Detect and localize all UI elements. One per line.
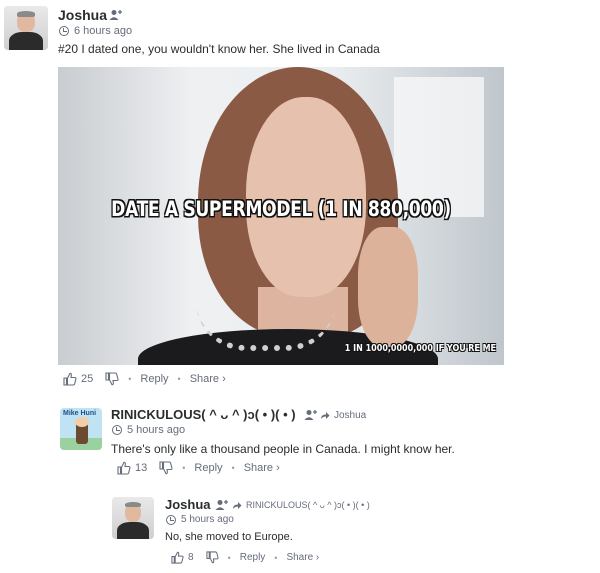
comment-author[interactable]: RINICKULOUS( ^ ᴗ ^ )ↄ( • )( • ) [111,407,296,422]
separator-dot: • [274,552,278,563]
avatar[interactable] [112,497,154,539]
follow-user-icon[interactable] [109,9,123,21]
separator-dot: • [227,552,231,563]
comment-timestamp[interactable]: 6 hours ago [59,25,132,37]
share-button[interactable]: Share › [190,373,226,385]
comment-author[interactable]: Joshua [58,7,107,23]
thumbs-up-icon[interactable] [171,551,184,564]
follow-user-icon[interactable] [304,409,318,421]
clock-icon [166,514,176,525]
share-button[interactable]: Share › [244,462,280,474]
clock-icon [59,26,69,36]
thumbs-down-icon[interactable] [105,372,119,386]
follow-user-icon[interactable] [215,499,229,511]
reply-button[interactable]: Reply [140,373,168,385]
avatar-text: Mike Huni [63,410,97,417]
avatar[interactable]: Mike Huni [60,408,102,450]
like-count: 8 [188,552,194,563]
separator-dot: • [182,463,186,473]
share-button[interactable]: Share › [286,552,319,563]
comment-text: No, she moved to Europe. [165,531,293,543]
thumbs-up-icon[interactable] [117,461,131,475]
separator-dot: • [231,463,235,473]
thumbs-down-icon[interactable] [205,551,219,564]
reply-button[interactable]: Reply [194,462,222,474]
meme-caption: DATE A SUPERMODEL (1 IN 880,000) [111,197,451,221]
reply-arrow-icon [321,412,330,419]
reply-arrow-icon [233,501,242,509]
separator-dot: • [128,374,132,384]
separator-dot: • [177,374,181,384]
like-count: 25 [81,373,94,385]
comment-timestamp[interactable]: 5 hours ago [112,424,185,436]
meme-image[interactable]: DATE A SUPERMODEL (1 IN 880,000) 1 IN 10… [58,67,504,365]
thumbs-up-icon[interactable] [63,372,77,386]
thumbs-down-icon[interactable] [159,461,173,475]
avatar[interactable] [4,6,48,50]
comment-text: There's only like a thousand people in C… [111,442,455,456]
comment-timestamp[interactable]: 5 hours ago [166,514,234,525]
comment-text: #20 I dated one, you wouldn't know her. … [58,42,380,56]
comment-actions: 13 • Reply • Share › [117,461,280,475]
reply-button[interactable]: Reply [240,552,266,563]
reply-to[interactable]: RINICKULOUS( ^ ᴗ ^ )ↄ( • )( • ) [232,500,370,510]
reply-to[interactable]: Joshua [320,410,366,421]
like-count: 13 [135,462,148,474]
meme-subcaption: 1 IN 1000,0000,000 IF YOU'RE ME [344,343,496,354]
clock-icon [112,425,122,435]
comment-actions: 8 • Reply • Share › [171,551,319,564]
comment-actions: 25 • Reply • Share › [63,372,226,386]
comment-author[interactable]: Joshua [165,497,211,512]
